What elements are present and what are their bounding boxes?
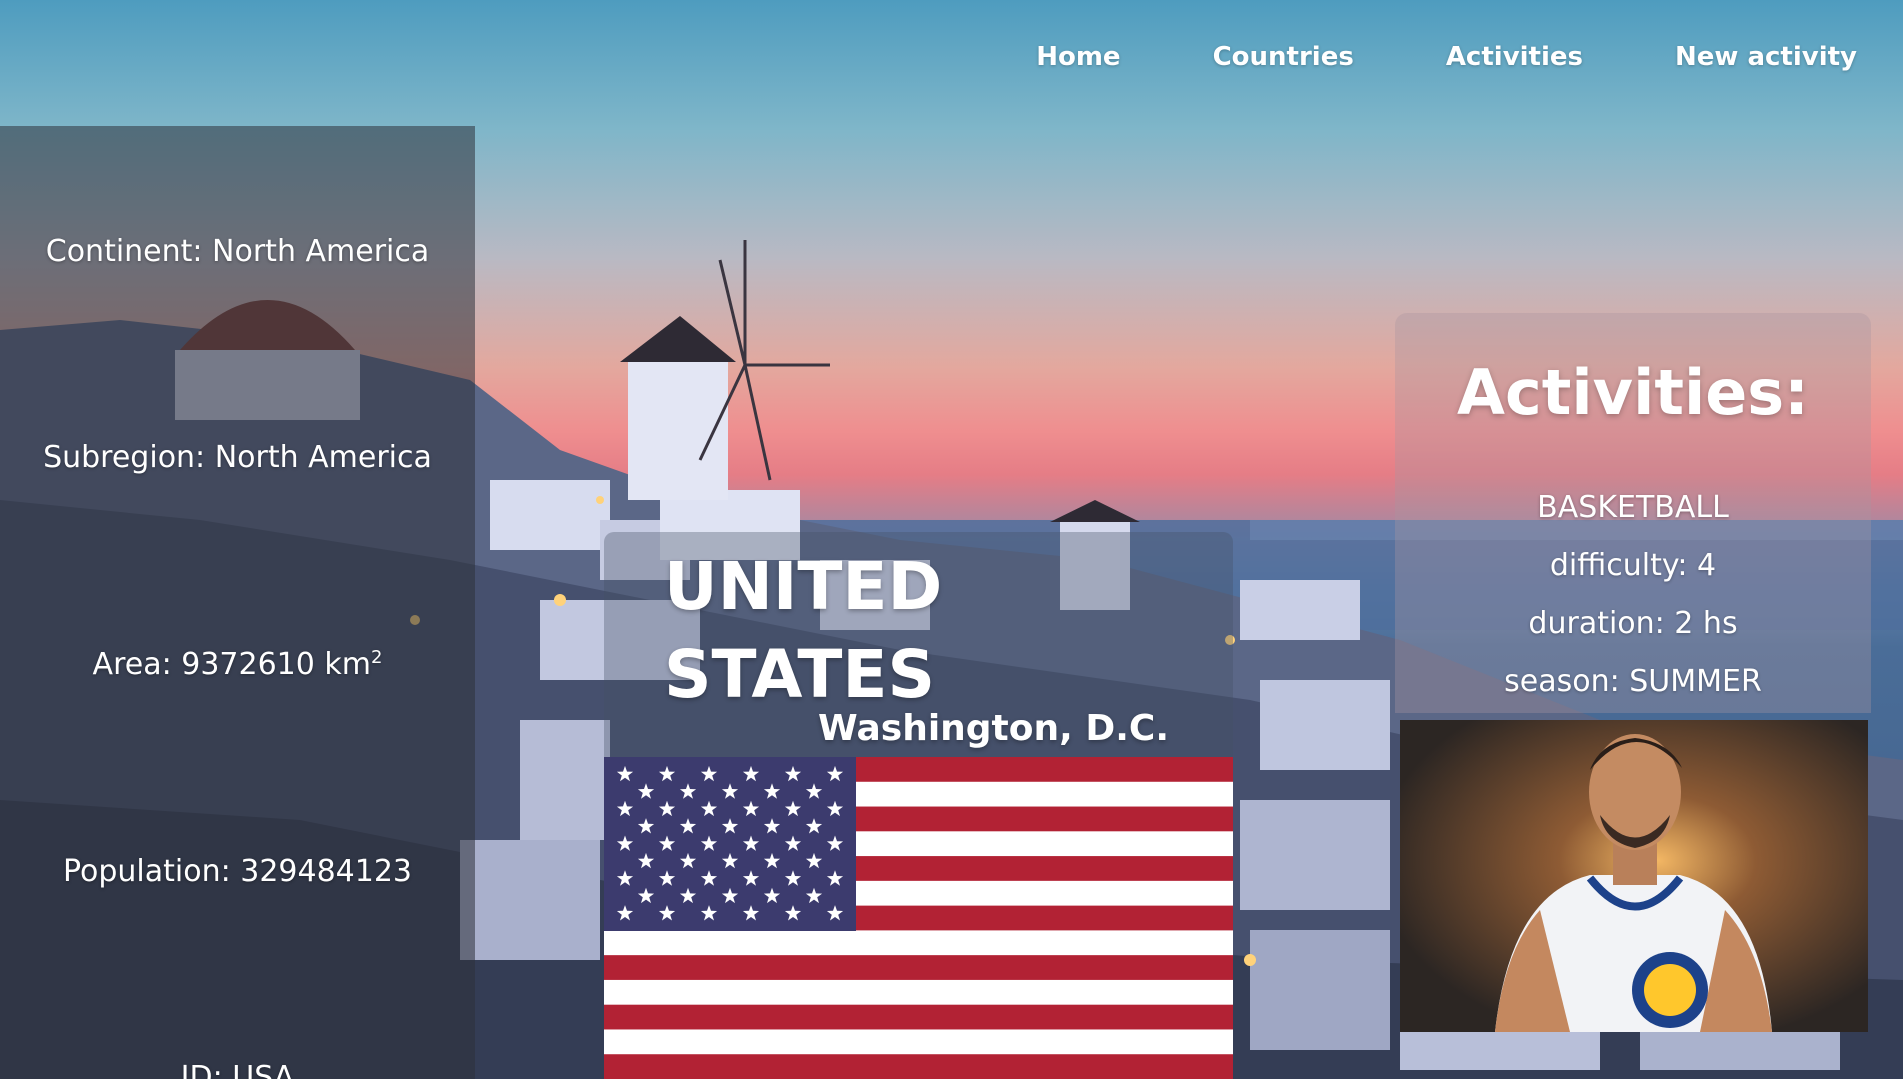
flag-red-stripe: [604, 955, 1233, 980]
capital-text: Washington, D.C.: [818, 708, 1169, 749]
flag-red-stripe: [604, 1054, 1233, 1079]
nav-new-activity-link[interactable]: New activity: [1675, 42, 1857, 72]
country-name-heading: UNITED STATES: [664, 548, 943, 713]
nav-home-link[interactable]: Home: [1036, 42, 1120, 72]
top-nav: Home Countries Activities New activity: [944, 42, 1857, 72]
nav-activities-link[interactable]: Activities: [1446, 42, 1583, 72]
area-unit-superscript: 2: [370, 647, 383, 668]
subregion-text: Subregion: North America: [43, 440, 432, 475]
basketball-player-photo: [1400, 720, 1868, 1032]
area-text: Area: 9372610 km2: [0, 647, 475, 682]
activity-name: BASKETBALL: [1537, 490, 1729, 525]
activity-difficulty: difficulty: 4: [1549, 548, 1717, 583]
usa-flag-icon: [604, 757, 1233, 1079]
activities-heading: Activities:: [1457, 356, 1809, 429]
country-id-text: ID: USA: [180, 1060, 295, 1079]
population-text: Population: 329484123: [62, 854, 413, 889]
area-value: Area: 9372610 km: [92, 647, 371, 682]
activity-season: season: SUMMER: [1504, 664, 1762, 699]
activity-duration: duration: 2 hs: [1528, 606, 1738, 641]
flag-red-stripe: [604, 1004, 1233, 1030]
nav-countries-link[interactable]: Countries: [1213, 42, 1354, 72]
continent-text: Continent: North America: [45, 234, 430, 269]
country-detail-page: Home Countries Activities New activity C…: [0, 0, 1903, 1079]
